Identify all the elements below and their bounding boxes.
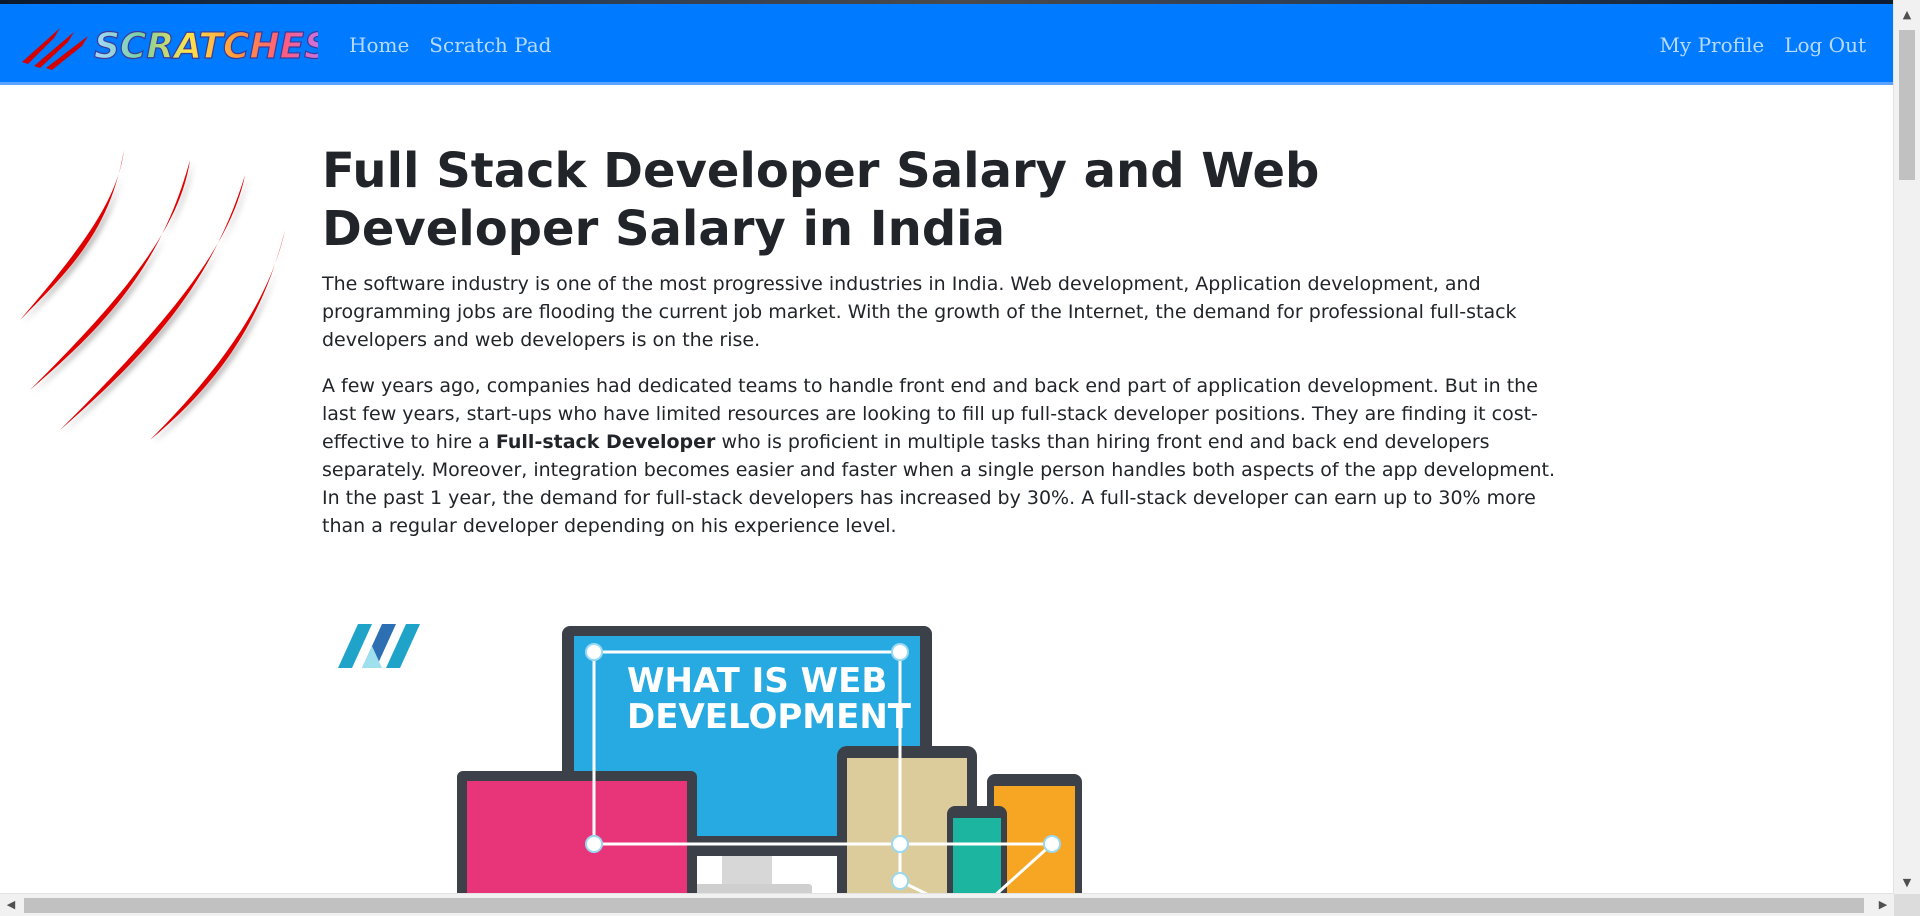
page-title: Full Stack Developer Salary and Web Deve… — [322, 143, 1320, 257]
claw-marks-decoration — [0, 140, 300, 460]
svg-text:DEVELOPMENT: DEVELOPMENT — [627, 697, 912, 737]
scroll-down-icon[interactable]: ▼ — [1894, 872, 1920, 894]
claw-marks-icon — [20, 150, 285, 440]
svg-text:WHAT IS WEB: WHAT IS WEB — [627, 661, 887, 701]
nav-left: Home Scratch Pad — [349, 4, 551, 85]
scroll-right-icon[interactable]: ▶ — [1872, 894, 1894, 916]
logo[interactable]: SCRATCHES — [18, 18, 331, 72]
svg-text:SCRATCHES: SCRATCHES — [94, 26, 318, 67]
nav-log-out-link[interactable]: Log Out — [1784, 33, 1866, 57]
navbar: SCRATCHES Home Scratch Pad My Profile Lo… — [0, 4, 1894, 85]
aaa-brand-icon — [338, 624, 420, 668]
intro-paragraph: The software industry is one of the most… — [322, 273, 1517, 351]
article-content: Full Stack Developer Salary and Web Deve… — [322, 142, 1562, 540]
vertical-scrollbar[interactable]: ▲ ▼ — [1893, 0, 1920, 894]
scrollbar-corner — [1894, 894, 1920, 916]
vertical-scrollbar-thumb[interactable] — [1899, 30, 1915, 180]
nav-my-profile-link[interactable]: My Profile — [1659, 33, 1764, 57]
nav-right: My Profile Log Out — [1659, 4, 1866, 85]
horizontal-scrollbar[interactable]: ◀ ▶ — [0, 893, 1894, 916]
horizontal-scrollbar-thumb[interactable] — [24, 898, 1864, 913]
web-development-illustration: WHAT IS WEB DEVELOPMENT — [338, 624, 1082, 894]
nav-home-link[interactable]: Home — [349, 33, 409, 57]
body-paragraph: A few years ago, companies had dedicated… — [322, 372, 1562, 540]
full-stack-developer-bold: Full-stack Developer — [495, 431, 716, 453]
hero-image-web-development: WHAT IS WEB DEVELOPMENT — [322, 596, 1222, 894]
scroll-left-icon[interactable]: ◀ — [0, 894, 22, 916]
scratches-logo-icon: SCRATCHES — [22, 25, 331, 70]
scroll-up-icon[interactable]: ▲ — [1894, 4, 1920, 26]
nav-scratch-pad-link[interactable]: Scratch Pad — [429, 33, 551, 57]
